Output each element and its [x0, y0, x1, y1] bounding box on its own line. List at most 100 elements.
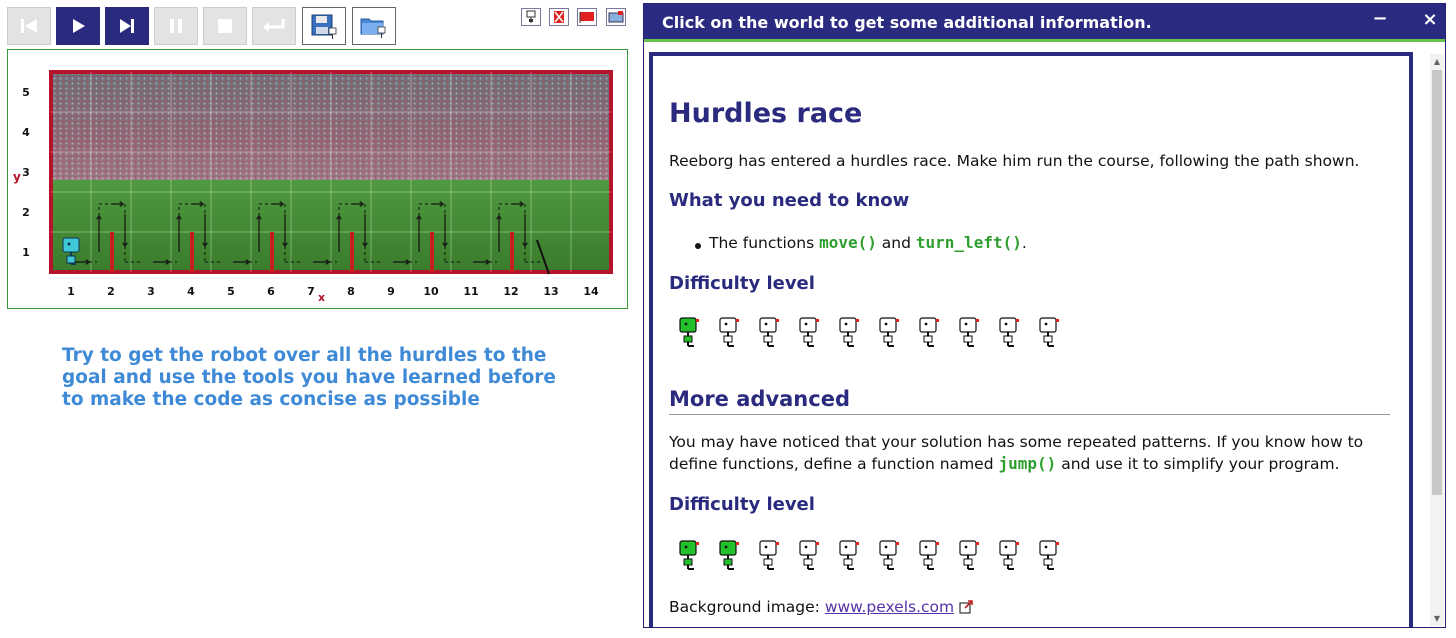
- minimize-icon[interactable]: −: [1370, 10, 1390, 30]
- y-tick-label: 3: [22, 166, 30, 179]
- robot-empty-icon: [839, 317, 859, 347]
- edit-world-icon: [608, 11, 624, 23]
- folder-robot-icon: [360, 18, 386, 38]
- step-forward-icon: [120, 19, 134, 33]
- run-button[interactable]: [56, 7, 100, 45]
- x-tick-label: 2: [107, 285, 115, 298]
- pexels-link[interactable]: www.pexels.com: [825, 598, 954, 616]
- x-axis-label: x: [318, 291, 325, 304]
- save-world-button[interactable]: [302, 7, 346, 45]
- robot-empty-icon: [879, 540, 899, 570]
- x-tick-label: 3: [147, 285, 155, 298]
- external-link-icon[interactable]: [959, 600, 973, 614]
- red-flag-icon: [579, 12, 594, 23]
- bullet-item: The functions move() and turn_left().: [709, 232, 1027, 254]
- robot-empty-icon: [759, 540, 779, 570]
- world-panel[interactable]: 12345 1 2 3 4 5 6 7 8 9 10 11 12 13 14 y x: [7, 49, 628, 309]
- x-tick-label: 12: [503, 285, 518, 298]
- reload-button[interactable]: [7, 7, 51, 45]
- dialog-scrollbar[interactable]: ▲ ▼: [1430, 54, 1444, 626]
- hurdle-wall: [430, 232, 434, 272]
- bullet-mid: and: [876, 234, 916, 252]
- bullet-prefix: The functions: [709, 234, 820, 252]
- robot-empty-icon: [879, 317, 899, 347]
- info-dialog: Click on the world to get some additiona…: [643, 3, 1446, 628]
- close-icon[interactable]: ×: [1420, 9, 1440, 31]
- robot-mini-icon: [526, 10, 536, 23]
- x-tick-label: 8: [347, 285, 355, 298]
- robot-empty-icon: [999, 540, 1019, 570]
- scroll-down-icon[interactable]: ▼: [1432, 614, 1442, 624]
- remove-robot-button[interactable]: [549, 8, 569, 26]
- code-turn-left: turn_left(): [915, 233, 1022, 252]
- world-canvas[interactable]: 12345 1 2 3 4 5 6 7 8 9 10 11 12 13 14 y x: [8, 50, 627, 308]
- floppy-robot-icon: [311, 14, 337, 39]
- robot-empty-icon: [919, 317, 939, 347]
- robot-empty-icon: [919, 540, 939, 570]
- x-tick-label: 5: [227, 285, 235, 298]
- robot-eye: [67, 242, 71, 246]
- code-jump: jump(): [998, 454, 1057, 473]
- robot-filled-icon: [719, 540, 739, 570]
- difficulty-heading-2: Difficulty level: [669, 494, 815, 515]
- bullet-end: .: [1021, 234, 1027, 252]
- return-button[interactable]: [252, 7, 296, 45]
- task-instructions: Try to get the robot over all the hurdle…: [62, 345, 556, 410]
- y-axis-label: y: [13, 170, 21, 184]
- y-tick-label: 1: [22, 246, 30, 259]
- x-tick-label: 11: [463, 285, 478, 298]
- robot-empty-icon: [1039, 540, 1059, 570]
- bullet-dot: [695, 243, 701, 249]
- y-tick-label: 2: [22, 206, 30, 219]
- robot-empty-icon: [959, 317, 979, 347]
- x-tick-label: 1: [67, 285, 75, 298]
- robot-empty-icon: [719, 317, 739, 347]
- x-axis-ticks: 1 2 3 4 5 6 7 8 9 10 11 12 13 14: [67, 285, 599, 298]
- y-axis-ticks: 1 2 3 4 5: [22, 86, 30, 259]
- advanced-line-2: define functions, define a function name…: [669, 453, 1340, 475]
- hurdle-wall: [110, 232, 114, 272]
- x-tick-label: 10: [423, 285, 439, 298]
- x-tick-label: 7: [307, 285, 315, 298]
- goal-flag-button[interactable]: [577, 8, 597, 26]
- pause-button[interactable]: [154, 7, 198, 45]
- background-credit: Background image: www.pexels.com: [669, 596, 973, 618]
- background-label: Background image:: [669, 598, 825, 616]
- robot-filled-icon: [679, 540, 699, 570]
- scroll-thumb[interactable]: [1432, 70, 1442, 495]
- robot-body: [66, 255, 76, 264]
- hurdle-wall: [270, 232, 274, 272]
- robot-empty-icon: [799, 317, 819, 347]
- page-title: Hurdles race: [669, 98, 863, 129]
- robot-mini-button[interactable]: [521, 8, 541, 26]
- robot-empty-icon: [839, 540, 859, 570]
- open-world-button[interactable]: [352, 7, 396, 45]
- y-tick-label: 4: [22, 126, 30, 139]
- stop-button[interactable]: [203, 7, 247, 45]
- y-tick-label: 5: [22, 86, 30, 99]
- robot-empty-icon: [959, 540, 979, 570]
- section-divider: [669, 414, 1390, 415]
- advanced-heading: More advanced: [669, 387, 850, 411]
- dialog-title: Click on the world to get some additiona…: [662, 13, 1152, 32]
- advanced-line-1: You may have noticed that your solution …: [669, 433, 1364, 451]
- stop-icon: [218, 19, 232, 33]
- x-tick-label: 9: [387, 285, 395, 298]
- step-button[interactable]: [105, 7, 149, 45]
- intro-text: Reeborg has entered a hurdles race. Make…: [669, 152, 1360, 170]
- robot-filled-icon: [679, 317, 699, 347]
- hurdle-wall: [350, 232, 354, 272]
- scroll-up-icon[interactable]: ▲: [1432, 57, 1442, 67]
- robot-head: [62, 237, 80, 253]
- robot-empty-icon: [999, 317, 1019, 347]
- play-icon: [73, 19, 85, 33]
- dialog-titlebar[interactable]: Click on the world to get some additiona…: [644, 4, 1445, 42]
- x-tick-label: 14: [583, 285, 599, 298]
- edit-world-button[interactable]: [606, 8, 626, 26]
- pause-icon: [170, 19, 182, 33]
- need-heading: What you need to know: [669, 190, 910, 211]
- red-x-icon: [554, 11, 564, 23]
- robot-empty-icon: [799, 540, 819, 570]
- return-icon: [263, 19, 285, 32]
- x-tick-label: 4: [187, 285, 195, 298]
